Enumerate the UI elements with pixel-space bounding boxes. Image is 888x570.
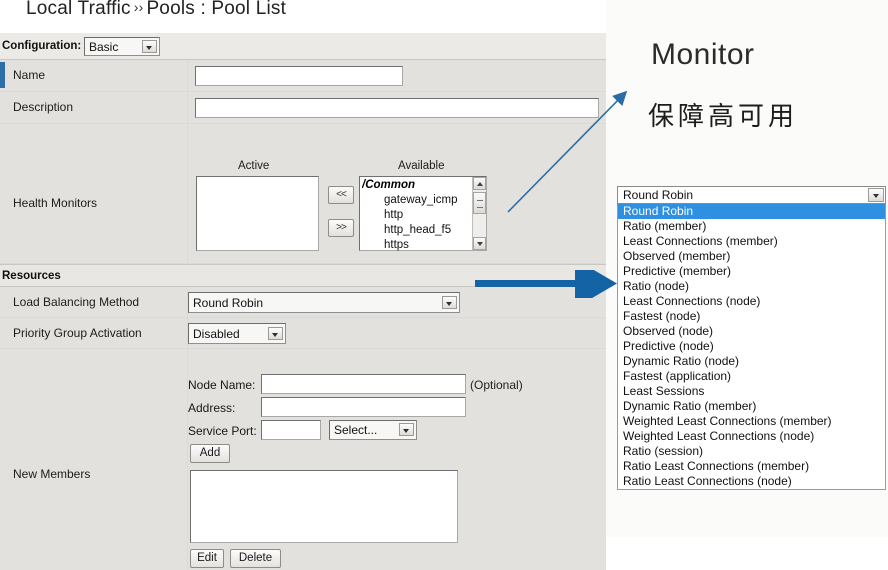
available-monitors-items: /Common gateway_icmp http http_head_f5 h…: [362, 178, 471, 253]
address-label: Address:: [188, 401, 236, 415]
active-column-header: Active: [238, 160, 270, 172]
available-monitors-scrollbar[interactable]: [472, 177, 486, 250]
load-balancing-method-label: Load Balancing Method: [13, 295, 140, 309]
configuration-label: Configuration:: [2, 40, 82, 52]
dropdown-option[interactable]: Dynamic Ratio (node): [618, 354, 885, 369]
move-to-active-button[interactable]: <<: [328, 186, 354, 204]
service-port-input[interactable]: [261, 420, 321, 440]
delete-member-button[interactable]: Delete: [230, 549, 281, 568]
available-column-header: Available: [398, 160, 445, 172]
monitor-annotation-label: Monitor: [651, 38, 755, 71]
configuration-bar: Configuration: Basic: [0, 33, 606, 60]
chevron-down-icon[interactable]: [399, 423, 414, 436]
priority-group-activation-select[interactable]: Disabled: [188, 323, 286, 344]
configuration-select-value: Basic: [89, 40, 119, 54]
edit-member-button[interactable]: Edit: [190, 549, 224, 568]
service-port-label: Service Port:: [188, 424, 257, 438]
dropdown-closed-field[interactable]: Round Robin: [617, 186, 886, 204]
load-balancing-method-value: Round Robin: [193, 296, 264, 310]
chevron-down-icon[interactable]: [142, 40, 157, 53]
node-name-input[interactable]: [261, 374, 466, 394]
resources-header-label: Resources: [2, 270, 61, 282]
pool-configuration-panel: Configuration: Basic Name Description He…: [0, 33, 606, 570]
dropdown-selected-value: Round Robin: [623, 188, 694, 202]
breadcrumb: Local Traffic ›› Pools : Pool List: [26, 0, 286, 20]
page-title: Pools : Pool List: [146, 0, 287, 19]
address-input[interactable]: [261, 397, 466, 417]
chevron-down-icon[interactable]: [268, 327, 283, 340]
configuration-select[interactable]: Basic: [84, 37, 160, 56]
priority-group-activation-value: Disabled: [193, 327, 240, 341]
description-input[interactable]: [195, 98, 599, 118]
dropdown-option[interactable]: Predictive (node): [618, 339, 885, 354]
breadcrumb-separator-icon: ››: [133, 0, 144, 15]
chevron-down-icon[interactable]: [442, 296, 457, 309]
move-to-available-button[interactable]: >>: [328, 219, 354, 237]
new-members-label: New Members: [13, 467, 91, 481]
dropdown-option[interactable]: Least Sessions: [618, 384, 885, 399]
list-item[interactable]: https: [362, 238, 471, 253]
dropdown-option-list[interactable]: Round Robin Ratio (member) Least Connectio…: [617, 204, 886, 490]
dropdown-option[interactable]: Ratio (session): [618, 444, 885, 459]
members-listbox[interactable]: [190, 470, 458, 543]
list-item[interactable]: http_head_f5: [362, 223, 471, 238]
dropdown-option[interactable]: Fastest (node): [618, 309, 885, 324]
load-balancing-method-dropdown[interactable]: Round Robin Round Robin Ratio (member) Lea…: [617, 186, 886, 490]
dropdown-option[interactable]: Weighted Least Connections (node): [618, 429, 885, 444]
scroll-down-icon[interactable]: [473, 237, 486, 250]
dropdown-option[interactable]: Observed (node): [618, 324, 885, 339]
dropdown-option[interactable]: Fastest (application): [618, 369, 885, 384]
service-port-select[interactable]: Select...: [329, 420, 417, 440]
scrollbar-thumb[interactable]: [473, 192, 486, 214]
resources-section-header: Resources: [0, 264, 606, 287]
list-item[interactable]: http: [362, 208, 471, 223]
dropdown-option[interactable]: Ratio (member): [618, 219, 885, 234]
chevron-down-icon[interactable]: [868, 188, 884, 202]
name-label: Name: [13, 68, 46, 82]
service-port-select-value: Select...: [334, 423, 378, 437]
name-input[interactable]: [195, 66, 403, 86]
load-balancing-method-select[interactable]: Round Robin: [188, 292, 460, 313]
dropdown-option[interactable]: Ratio (node): [618, 279, 885, 294]
dropdown-option[interactable]: Observed (member): [618, 249, 885, 264]
description-label: Description: [13, 100, 74, 114]
health-monitors-label: Health Monitors: [13, 196, 98, 210]
form-row-health-monitors: Health Monitors Active Available /Common…: [0, 124, 606, 264]
add-member-button[interactable]: Add: [190, 444, 230, 463]
dropdown-option[interactable]: Weighted Least Connections (member): [618, 414, 885, 429]
dropdown-option[interactable]: Ratio Least Connections (node): [618, 474, 885, 489]
row-label-cell: [0, 124, 188, 263]
dropdown-option[interactable]: Ratio Least Connections (member): [618, 459, 885, 474]
list-item[interactable]: gateway_icmp: [362, 193, 471, 208]
dropdown-option[interactable]: Predictive (member): [618, 264, 885, 279]
active-monitors-listbox[interactable]: [196, 176, 319, 251]
required-field-marker: [0, 62, 5, 88]
available-monitors-group: /Common: [362, 179, 416, 191]
node-name-label: Node Name:: [188, 378, 256, 392]
scroll-up-icon[interactable]: [473, 177, 486, 190]
form-row-priority-group-activation: Priority Group Activation Disabled: [0, 318, 606, 349]
breadcrumb-section[interactable]: Local Traffic: [26, 0, 131, 19]
optional-note: (Optional): [470, 378, 523, 392]
dropdown-option[interactable]: Least Connections (member): [618, 234, 885, 249]
priority-group-activation-label: Priority Group Activation: [13, 326, 142, 340]
form-row-description: Description: [0, 92, 606, 124]
dropdown-option[interactable]: Round Robin: [618, 204, 885, 219]
form-row-load-balancing-method: Load Balancing Method Round Robin: [0, 287, 606, 318]
form-row-name: Name: [0, 60, 606, 92]
dropdown-option[interactable]: Dynamic Ratio (member): [618, 399, 885, 414]
dropdown-option[interactable]: Least Connections (node): [618, 294, 885, 309]
available-monitors-listbox[interactable]: /Common gateway_icmp http http_head_f5 h…: [359, 176, 487, 251]
monitor-annotation-chinese: 保障高可用: [648, 101, 799, 131]
